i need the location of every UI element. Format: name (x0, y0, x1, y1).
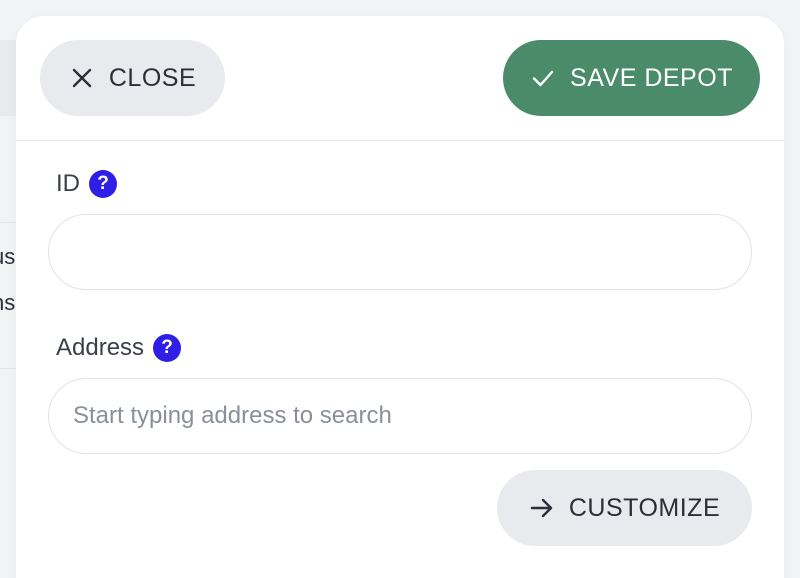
close-icon (69, 65, 95, 91)
address-label-text: Address (56, 334, 145, 361)
close-button-label: CLOSE (108, 63, 197, 92)
address-field-label: Address ? (56, 334, 182, 362)
check-icon (530, 65, 556, 91)
save-depot-button-label: SAVE DEPOT (570, 63, 733, 92)
save-depot-button[interactable]: SAVE DEPOT (503, 40, 760, 116)
close-button[interactable]: CLOSE (40, 40, 225, 116)
background-text-line-1: us (0, 244, 16, 269)
id-label-text: ID (56, 170, 80, 197)
background-text-line-2: ns (0, 290, 16, 315)
customize-button-label: CUSTOMIZE (568, 493, 721, 522)
depot-drawer: CLOSE SAVE DEPOT ID ? Address ? Start ty… (16, 16, 784, 578)
id-field-label: ID ? (56, 170, 117, 198)
address-help-icon[interactable]: ? (153, 334, 182, 362)
drawer-header: CLOSE SAVE DEPOT (16, 16, 784, 141)
id-input[interactable] (48, 214, 752, 290)
screen: us ns CLOSE SAVE DEPOT (0, 0, 800, 578)
address-search-input[interactable] (48, 378, 752, 454)
id-help-icon[interactable]: ? (89, 170, 117, 198)
arrow-right-icon (529, 495, 555, 521)
customize-button[interactable]: CUSTOMIZE (497, 470, 752, 546)
